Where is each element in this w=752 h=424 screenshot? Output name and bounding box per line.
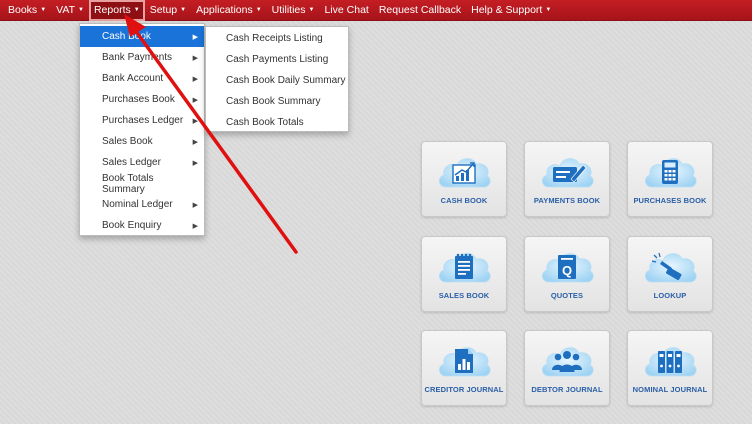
- nav-vat[interactable]: VAT ▼: [51, 0, 89, 21]
- sales-book-notepad-icon: [436, 246, 492, 288]
- reports-item-sales-ledger[interactable]: Sales Ledger ▶: [80, 152, 204, 173]
- reports-item-bank-account[interactable]: Bank Account ▶: [80, 68, 204, 89]
- nav-applications[interactable]: Applications ▼: [191, 0, 267, 21]
- chevron-right-icon: ▶: [192, 54, 198, 62]
- reports-item-book-enquiry[interactable]: Book Enquiry ▶: [80, 215, 204, 236]
- chevron-right-icon: ▶: [192, 96, 198, 104]
- tile-label: CASH BOOK: [440, 196, 488, 205]
- submenu-cash-book-totals[interactable]: Cash Book Totals: [206, 112, 348, 133]
- tile-payments-book[interactable]: PAYMENTS BOOK: [524, 141, 610, 217]
- chevron-right-icon: ▶: [192, 138, 198, 146]
- tile-label: DEBTOR JOURNAL: [531, 385, 603, 394]
- lookup-flashlight-icon: [642, 252, 698, 288]
- chevron-right-icon: ▶: [192, 201, 198, 209]
- reports-dropdown: Cash Book ▶ Bank Payments ▶ Bank Account ▶ …: [79, 23, 205, 236]
- creditor-journal-chart-icon: [436, 340, 492, 382]
- nav-books[interactable]: Books ▼: [3, 0, 51, 21]
- chevron-right-icon: ▶: [192, 159, 198, 167]
- cash-book-chart-icon: [436, 151, 492, 193]
- tile-label: PAYMENTS BOOK: [533, 196, 601, 205]
- quotes-q-document-icon: Q: [539, 246, 595, 288]
- svg-text:Q: Q: [562, 263, 572, 278]
- nav-request-callback[interactable]: Request Callback: [374, 0, 466, 21]
- reports-item-nominal-ledger[interactable]: Nominal Ledger ▶: [80, 194, 204, 215]
- tile-label: NOMINAL JOURNAL: [632, 385, 708, 394]
- submenu-cash-payments-listing[interactable]: Cash Payments Listing: [206, 49, 348, 70]
- tile-quotes[interactable]: Q QUOTES: [524, 236, 610, 312]
- chevron-right-icon: ▶: [192, 75, 198, 83]
- submenu-cash-book-summary[interactable]: Cash Book Summary: [206, 91, 348, 112]
- chevron-right-icon: ▶: [192, 33, 198, 41]
- caret-down-icon: ▼: [308, 7, 315, 13]
- cash-book-submenu: Cash Receipts Listing Cash Payments List…: [205, 26, 349, 132]
- caret-down-icon: ▼: [40, 7, 47, 13]
- tile-lookup[interactable]: LOOKUP: [627, 236, 713, 312]
- nav-setup[interactable]: Setup ▼: [145, 0, 191, 21]
- submenu-cash-receipts-listing[interactable]: Cash Receipts Listing: [206, 28, 348, 49]
- chevron-right-icon: ▶: [192, 222, 198, 230]
- submenu-cash-book-daily-summary[interactable]: Cash Book Daily Summary: [206, 70, 348, 91]
- debtor-journal-users-icon: [539, 340, 595, 382]
- tile-label: LOOKUP: [653, 291, 687, 300]
- reports-item-bank-payments[interactable]: Bank Payments ▶: [80, 47, 204, 68]
- tile-label: SALES BOOK: [438, 291, 490, 300]
- main-navbar: Books ▼ VAT ▼ Reports ▼ Setup ▼ Applications…: [0, 0, 752, 21]
- tile-label: CREDITOR JOURNAL: [424, 385, 504, 394]
- caret-down-icon: ▼: [545, 7, 552, 13]
- tile-debtor-journal[interactable]: DEBTOR JOURNAL: [524, 330, 610, 406]
- tile-nominal-journal[interactable]: NOMINAL JOURNAL: [627, 330, 713, 406]
- nav-live-chat[interactable]: Live Chat: [319, 0, 373, 21]
- chevron-right-icon: ▶: [192, 117, 198, 125]
- reports-item-purchases-book[interactable]: Purchases Book ▶: [80, 89, 204, 110]
- reports-item-purchases-ledger[interactable]: Purchases Ledger ▶: [80, 110, 204, 131]
- tile-creditor-journal[interactable]: CREDITOR JOURNAL: [421, 330, 507, 406]
- nav-help-support[interactable]: Help & Support ▼: [466, 0, 556, 21]
- reports-item-cash-book[interactable]: Cash Book ▶: [80, 26, 204, 47]
- nominal-journal-binders-icon: [642, 340, 698, 382]
- purchases-book-calculator-icon: [642, 151, 698, 193]
- reports-item-book-totals-summary[interactable]: Book Totals Summary: [80, 173, 204, 195]
- tile-label: PURCHASES BOOK: [633, 196, 707, 205]
- caret-down-icon: ▼: [133, 7, 140, 13]
- tile-sales-book[interactable]: SALES BOOK: [421, 236, 507, 312]
- caret-down-icon: ▼: [255, 7, 262, 13]
- tile-label: QUOTES: [550, 291, 584, 300]
- payments-book-pen-icon: [539, 151, 595, 193]
- tile-purchases-book[interactable]: PURCHASES BOOK: [627, 141, 713, 217]
- nav-utilities[interactable]: Utilities ▼: [267, 0, 320, 21]
- tile-cash-book[interactable]: CASH BOOK: [421, 141, 507, 217]
- caret-down-icon: ▼: [180, 7, 187, 13]
- caret-down-icon: ▼: [78, 7, 84, 13]
- nav-reports[interactable]: Reports ▼: [88, 0, 145, 21]
- reports-item-sales-book[interactable]: Sales Book ▶: [80, 131, 204, 152]
